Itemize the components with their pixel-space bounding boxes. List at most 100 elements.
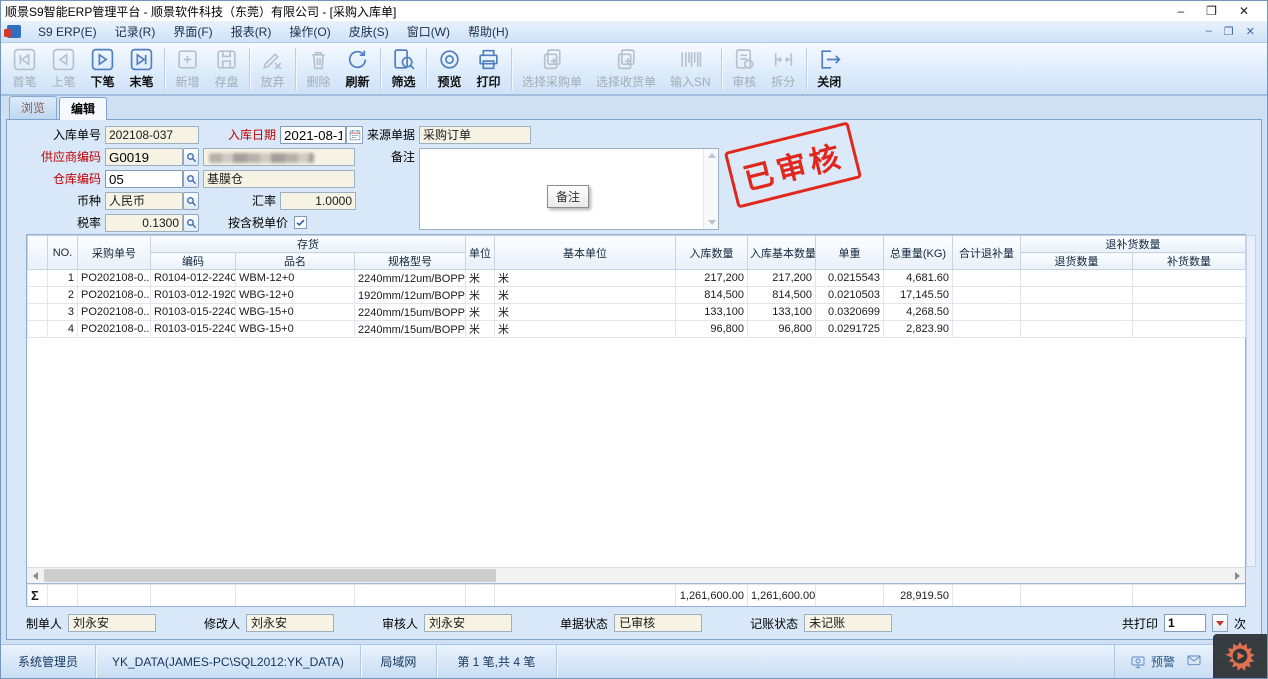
col-unit-weight[interactable]: 单重 — [816, 236, 884, 270]
input-sn-button[interactable]: 输入SN — [663, 45, 718, 93]
menu-record[interactable]: 记录(R) — [106, 21, 165, 43]
gear-icon — [1223, 639, 1257, 673]
remark-scrollbar[interactable] — [703, 149, 718, 229]
col-po-no[interactable]: 采购单号 — [78, 236, 151, 270]
status-network: 局域网 — [361, 645, 437, 678]
menu-skin[interactable]: 皮肤(S) — [340, 21, 398, 43]
col-name[interactable]: 品名 — [236, 253, 355, 270]
delete-button[interactable]: 删除 — [299, 45, 338, 93]
modifier-label: 修改人 — [204, 615, 240, 632]
receipt-date-input[interactable] — [280, 126, 346, 144]
auditor-field: 刘永安 — [424, 614, 512, 632]
select-receipt-button[interactable]: 选择收货单 — [589, 45, 663, 93]
split-button[interactable]: 拆分 — [764, 45, 803, 93]
table-row[interactable]: 1 PO202108-0...R0104-012-2240-00 WBM-12+… — [28, 270, 1246, 287]
menu-window[interactable]: 窗口(W) — [398, 21, 459, 43]
table-row[interactable]: 2 PO202108-0...R0103-012-1920-00 WBG-12+… — [28, 287, 1246, 304]
chevron-down-icon — [1216, 621, 1224, 626]
table-row[interactable]: 4 PO202108-0...R0103-015-2240-00 WBG-15+… — [28, 321, 1246, 338]
status-bar: 系统管理员 YK_DATA(JAMES-PC\SQL2012:YK_DATA) … — [1, 644, 1267, 678]
exchange-rate-field: 1.0000 — [280, 192, 356, 210]
col-spec[interactable]: 规格型号 — [355, 253, 466, 270]
warehouse-code-input[interactable] — [105, 170, 183, 188]
mdi-restore-button[interactable]: ❐ — [1224, 25, 1234, 38]
save-button[interactable]: 存盘 — [207, 45, 246, 93]
select-po-button[interactable]: 选择采购单 — [515, 45, 589, 93]
preview-button[interactable]: 预览 — [430, 45, 469, 93]
mdi-close-button[interactable]: ✕ — [1246, 25, 1255, 38]
next-record-button[interactable]: 下笔 — [83, 45, 122, 93]
modifier-field: 刘永安 — [246, 614, 334, 632]
audit-button[interactable]: 审核 — [725, 45, 764, 93]
approved-stamp: 已审核 — [724, 121, 862, 208]
col-return-qty[interactable]: 退货数量 — [1021, 253, 1133, 270]
scroll-right-icon[interactable] — [1229, 568, 1245, 583]
scroll-left-icon[interactable] — [27, 568, 43, 583]
last-record-button[interactable]: 末笔 — [122, 45, 161, 93]
col-base-qty-in[interactable]: 入库基本数量 — [748, 236, 816, 270]
print-count-suffix: 次 — [1234, 615, 1246, 632]
print-button[interactable]: 打印 — [469, 45, 508, 93]
search-icon — [186, 196, 197, 207]
close-button[interactable]: ✕ — [1239, 1, 1249, 21]
col-supply-qty[interactable]: 补货数量 — [1133, 253, 1246, 270]
prev-record-button[interactable]: 上笔 — [44, 45, 83, 93]
toolbar-separator — [426, 48, 427, 90]
alert-button[interactable]: 预警 — [1114, 645, 1175, 678]
menu-interface[interactable]: 界面(F) — [164, 21, 221, 43]
restore-button[interactable]: ❐ — [1206, 1, 1217, 21]
vertical-scrollbar[interactable] — [1246, 235, 1256, 567]
close-form-button[interactable]: 关闭 — [810, 45, 849, 93]
col-return-supply-group[interactable]: 退补货数量 — [1021, 236, 1246, 253]
add-button[interactable]: 新增 — [168, 45, 207, 93]
mdi-minimize-button[interactable]: – — [1206, 25, 1212, 38]
discard-button[interactable]: 放弃 — [253, 45, 292, 93]
col-base-unit[interactable]: 基本单位 — [495, 236, 676, 270]
tab-browse[interactable]: 浏览 — [9, 96, 57, 119]
menu-s9erp[interactable]: S9 ERP(E) — [29, 21, 106, 43]
menu-operate[interactable]: 操作(O) — [280, 21, 339, 43]
col-code[interactable]: 编码 — [151, 253, 236, 270]
refresh-icon — [345, 47, 370, 72]
col-total-weight[interactable]: 总重量(KG) — [884, 236, 953, 270]
preview-icon — [437, 47, 462, 72]
save-icon — [214, 47, 239, 72]
col-total-return-supply[interactable]: 合计退补量 — [953, 236, 1021, 270]
currency-lookup-button[interactable] — [183, 192, 199, 210]
menu-help[interactable]: 帮助(H) — [459, 21, 518, 43]
supplier-lookup-button[interactable] — [183, 148, 199, 166]
menu-report[interactable]: 报表(R) — [222, 21, 281, 43]
maker-field: 刘永安 — [68, 614, 156, 632]
print-count-input[interactable] — [1164, 614, 1206, 632]
minimize-button[interactable]: – — [1177, 1, 1184, 21]
filter-button[interactable]: 筛选 — [384, 45, 423, 93]
grid-table: NO. 采购单号 存货 单位 基本单位 入库数量 入库基本数量 单重 总重量(K… — [27, 235, 1246, 338]
mail-icon — [1185, 652, 1203, 668]
erp-window: 顺景S9智能ERP管理平台 - 顺景软件科技（东莞）有限公司 - [采购入库单]… — [0, 0, 1268, 679]
print-count-label: 共打印 — [1122, 615, 1158, 632]
redacted-supplier-name — [209, 153, 314, 163]
refresh-button[interactable]: 刷新 — [338, 45, 377, 93]
tax-rate-lookup-button[interactable] — [183, 214, 199, 232]
doc-status-label: 单据状态 — [560, 615, 608, 632]
tab-edit[interactable]: 编辑 — [59, 97, 107, 120]
scrollbar-thumb[interactable] — [44, 569, 496, 582]
col-unit[interactable]: 单位 — [466, 236, 495, 270]
overlay-widget[interactable] — [1213, 634, 1267, 678]
horizontal-scrollbar[interactable] — [27, 567, 1245, 583]
first-record-icon — [12, 47, 37, 72]
first-record-button[interactable]: 首笔 — [5, 45, 44, 93]
table-row[interactable]: 3 PO202108-0...R0103-015-2240-00 WBG-15+… — [28, 304, 1246, 321]
supplier-code-input[interactable] — [105, 148, 183, 166]
app-icon — [7, 25, 21, 38]
print-count-dropdown-button[interactable] — [1212, 614, 1228, 632]
col-qty-in[interactable]: 入库数量 — [676, 236, 748, 270]
col-inventory-group[interactable]: 存货 — [151, 236, 466, 253]
tax-included-checkbox[interactable] — [294, 216, 307, 229]
mail-button[interactable] — [1185, 652, 1203, 671]
add-icon — [175, 47, 200, 72]
print-count-area: 共打印 次 — [1122, 614, 1246, 632]
toolbar: 首笔 上笔 下笔 末笔 新增 存盘 放弃 删除 刷新 筛选 预览 打印 选择采购… — [1, 43, 1267, 96]
warehouse-lookup-button[interactable] — [183, 170, 199, 188]
col-no[interactable]: NO. — [48, 236, 78, 270]
